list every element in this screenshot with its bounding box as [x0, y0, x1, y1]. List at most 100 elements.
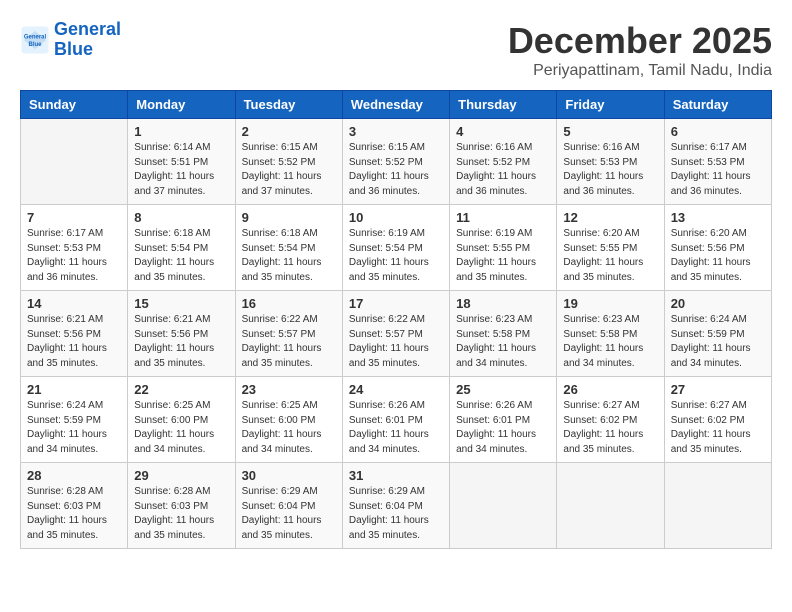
day-sun-info: Sunrise: 6:22 AMSunset: 5:57 PMDaylight:…	[349, 313, 443, 371]
day-number: 13	[671, 210, 765, 225]
day-number: 29	[134, 468, 228, 483]
calendar-cell: 21Sunrise: 6:24 AMSunset: 5:59 PMDayligh…	[21, 377, 128, 463]
weekday-header: Saturday	[664, 91, 771, 119]
day-number: 8	[134, 210, 228, 225]
calendar-table: SundayMondayTuesdayWednesdayThursdayFrid…	[20, 90, 772, 549]
day-number: 3	[349, 124, 443, 139]
calendar-cell: 28Sunrise: 6:28 AMSunset: 6:03 PMDayligh…	[21, 463, 128, 549]
svg-text:Blue: Blue	[28, 42, 42, 48]
day-number: 6	[671, 124, 765, 139]
day-sun-info: Sunrise: 6:20 AMSunset: 5:56 PMDaylight:…	[671, 227, 765, 285]
day-number: 4	[456, 124, 550, 139]
title-block: December 2025 Periyapattinam, Tamil Nadu…	[508, 20, 772, 80]
day-sun-info: Sunrise: 6:25 AMSunset: 6:00 PMDaylight:…	[134, 399, 228, 457]
weekday-header: Thursday	[450, 91, 557, 119]
weekday-header: Monday	[128, 91, 235, 119]
day-sun-info: Sunrise: 6:25 AMSunset: 6:00 PMDaylight:…	[242, 399, 336, 457]
day-sun-info: Sunrise: 6:17 AMSunset: 5:53 PMDaylight:…	[27, 227, 121, 285]
day-sun-info: Sunrise: 6:27 AMSunset: 6:02 PMDaylight:…	[563, 399, 657, 457]
day-number: 2	[242, 124, 336, 139]
logo: General Blue General Blue	[20, 20, 121, 60]
weekday-header: Sunday	[21, 91, 128, 119]
day-number: 30	[242, 468, 336, 483]
day-sun-info: Sunrise: 6:27 AMSunset: 6:02 PMDaylight:…	[671, 399, 765, 457]
day-number: 15	[134, 296, 228, 311]
day-number: 24	[349, 382, 443, 397]
calendar-cell: 19Sunrise: 6:23 AMSunset: 5:58 PMDayligh…	[557, 291, 664, 377]
calendar-week-row: 28Sunrise: 6:28 AMSunset: 6:03 PMDayligh…	[21, 463, 772, 549]
calendar-cell: 30 Sunrise: 6:29 AMSunset: 6:04 PMDayligh…	[235, 463, 342, 549]
calendar-cell: 16 Sunrise: 6:22 AMSunset: 5:57 PMDayligh…	[235, 291, 342, 377]
calendar-week-row: 21Sunrise: 6:24 AMSunset: 5:59 PMDayligh…	[21, 377, 772, 463]
day-sun-info: Sunrise: 6:23 AMSunset: 5:58 PMDaylight:…	[563, 313, 657, 371]
day-number: 14	[27, 296, 121, 311]
calendar-cell: 14Sunrise: 6:21 AMSunset: 5:56 PMDayligh…	[21, 291, 128, 377]
weekday-header: Friday	[557, 91, 664, 119]
day-sun-info: Sunrise: 6:18 AMSunset: 5:54 PMDaylight:…	[242, 227, 336, 285]
logo-text: General Blue	[54, 20, 121, 60]
day-sun-info: Sunrise: 6:21 AMSunset: 5:56 PMDaylight:…	[134, 313, 228, 371]
calendar-cell	[664, 463, 771, 549]
calendar-cell	[21, 119, 128, 205]
day-sun-info: Sunrise: 6:19 AMSunset: 5:55 PMDaylight:…	[456, 227, 550, 285]
weekday-header: Wednesday	[342, 91, 449, 119]
calendar-cell: 24 Sunrise: 6:26 AMSunset: 6:01 PMDayligh…	[342, 377, 449, 463]
calendar-cell: 26 Sunrise: 6:27 AMSunset: 6:02 PMDayligh…	[557, 377, 664, 463]
day-sun-info: Sunrise: 6:20 AMSunset: 5:55 PMDaylight:…	[563, 227, 657, 285]
calendar-cell: 12Sunrise: 6:20 AMSunset: 5:55 PMDayligh…	[557, 205, 664, 291]
day-number: 1	[134, 124, 228, 139]
day-number: 25	[456, 382, 550, 397]
month-title: December 2025	[508, 20, 772, 62]
day-sun-info: Sunrise: 6:19 AMSunset: 5:54 PMDaylight:…	[349, 227, 443, 285]
day-number: 7	[27, 210, 121, 225]
logo-icon: General Blue	[20, 25, 50, 55]
day-sun-info: Sunrise: 6:16 AMSunset: 5:53 PMDaylight:…	[563, 141, 657, 199]
day-number: 9	[242, 210, 336, 225]
location-subtitle: Periyapattinam, Tamil Nadu, India	[508, 62, 772, 80]
calendar-cell: 2 Sunrise: 6:15 AMSunset: 5:52 PMDaylight…	[235, 119, 342, 205]
calendar-cell: 23Sunrise: 6:25 AMSunset: 6:00 PMDayligh…	[235, 377, 342, 463]
day-number: 21	[27, 382, 121, 397]
day-sun-info: Sunrise: 6:17 AMSunset: 5:53 PMDaylight:…	[671, 141, 765, 199]
calendar-cell: 4 Sunrise: 6:16 AMSunset: 5:52 PMDaylight…	[450, 119, 557, 205]
day-number: 28	[27, 468, 121, 483]
calendar-cell: 29Sunrise: 6:28 AMSunset: 6:03 PMDayligh…	[128, 463, 235, 549]
day-number: 10	[349, 210, 443, 225]
svg-text:General: General	[24, 34, 47, 40]
day-sun-info: Sunrise: 6:15 AMSunset: 5:52 PMDaylight:…	[242, 141, 336, 199]
calendar-cell: 1 Sunrise: 6:14 AMSunset: 5:51 PMDaylight…	[128, 119, 235, 205]
day-sun-info: Sunrise: 6:23 AMSunset: 5:58 PMDaylight:…	[456, 313, 550, 371]
calendar-cell: 6 Sunrise: 6:17 AMSunset: 5:53 PMDaylight…	[664, 119, 771, 205]
calendar-cell: 17Sunrise: 6:22 AMSunset: 5:57 PMDayligh…	[342, 291, 449, 377]
day-sun-info: Sunrise: 6:26 AMSunset: 6:01 PMDaylight:…	[456, 399, 550, 457]
calendar-cell: 8 Sunrise: 6:18 AMSunset: 5:54 PMDaylight…	[128, 205, 235, 291]
calendar-cell: 10 Sunrise: 6:19 AMSunset: 5:54 PMDayligh…	[342, 205, 449, 291]
calendar-cell: 27 Sunrise: 6:27 AMSunset: 6:02 PMDayligh…	[664, 377, 771, 463]
day-sun-info: Sunrise: 6:16 AMSunset: 5:52 PMDaylight:…	[456, 141, 550, 199]
day-number: 16	[242, 296, 336, 311]
weekday-header-row: SundayMondayTuesdayWednesdayThursdayFrid…	[21, 91, 772, 119]
day-sun-info: Sunrise: 6:26 AMSunset: 6:01 PMDaylight:…	[349, 399, 443, 457]
day-number: 31	[349, 468, 443, 483]
day-number: 27	[671, 382, 765, 397]
calendar-cell	[450, 463, 557, 549]
day-sun-info: Sunrise: 6:15 AMSunset: 5:52 PMDaylight:…	[349, 141, 443, 199]
day-number: 11	[456, 210, 550, 225]
day-sun-info: Sunrise: 6:18 AMSunset: 5:54 PMDaylight:…	[134, 227, 228, 285]
day-number: 5	[563, 124, 657, 139]
weekday-header: Tuesday	[235, 91, 342, 119]
day-number: 20	[671, 296, 765, 311]
calendar-cell: 20Sunrise: 6:24 AMSunset: 5:59 PMDayligh…	[664, 291, 771, 377]
calendar-week-row: 1 Sunrise: 6:14 AMSunset: 5:51 PMDaylight…	[21, 119, 772, 205]
calendar-cell: 13 Sunrise: 6:20 AMSunset: 5:56 PMDayligh…	[664, 205, 771, 291]
calendar-cell: 3 Sunrise: 6:15 AMSunset: 5:52 PMDaylight…	[342, 119, 449, 205]
calendar-cell: 5 Sunrise: 6:16 AMSunset: 5:53 PMDaylight…	[557, 119, 664, 205]
day-sun-info: Sunrise: 6:29 AMSunset: 6:04 PMDaylight:…	[349, 485, 443, 543]
calendar-cell: 25 Sunrise: 6:26 AMSunset: 6:01 PMDayligh…	[450, 377, 557, 463]
calendar-cell: 9 Sunrise: 6:18 AMSunset: 5:54 PMDaylight…	[235, 205, 342, 291]
day-sun-info: Sunrise: 6:22 AMSunset: 5:57 PMDaylight:…	[242, 313, 336, 371]
day-sun-info: Sunrise: 6:29 AMSunset: 6:04 PMDaylight:…	[242, 485, 336, 543]
calendar-cell: 15 Sunrise: 6:21 AMSunset: 5:56 PMDayligh…	[128, 291, 235, 377]
day-sun-info: Sunrise: 6:14 AMSunset: 5:51 PMDaylight:…	[134, 141, 228, 199]
day-number: 26	[563, 382, 657, 397]
